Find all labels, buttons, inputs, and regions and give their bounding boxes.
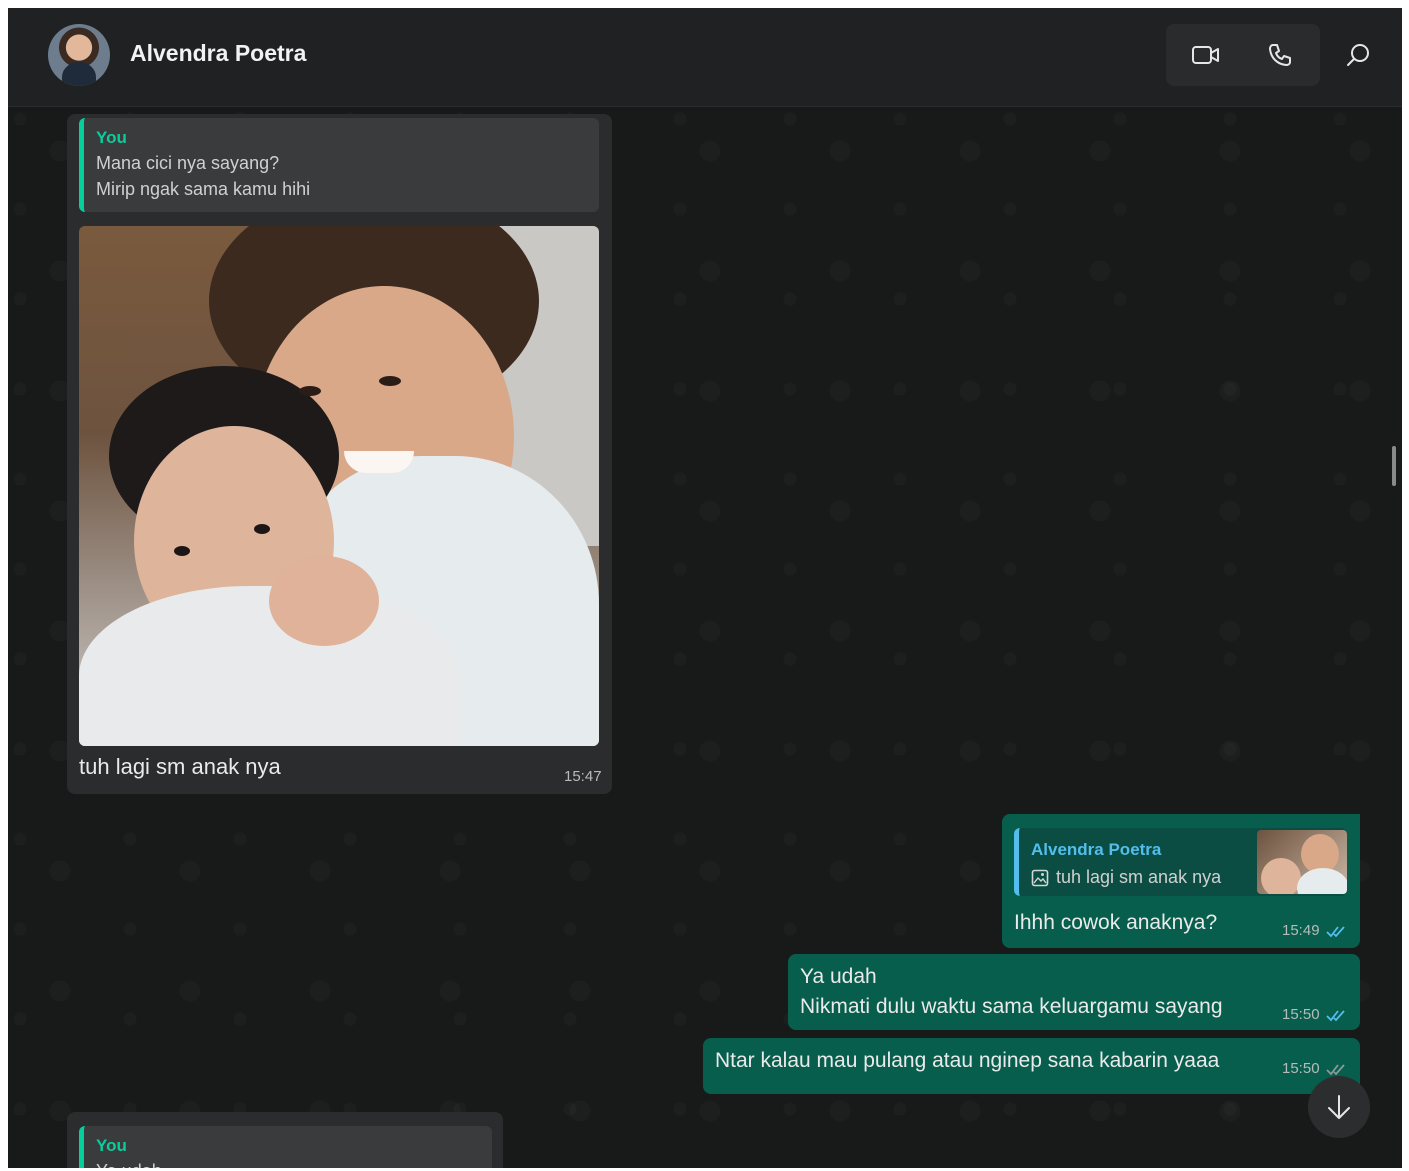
search-button[interactable] — [1328, 30, 1388, 80]
video-call-button[interactable] — [1176, 30, 1236, 80]
quoted-message[interactable]: Alvendra Poetra tuh lagi sm anak nya — [1014, 828, 1347, 896]
scroll-to-bottom-button[interactable] — [1308, 1076, 1370, 1138]
contact-avatar[interactable] — [48, 24, 110, 86]
message-text: Ntar kalau mau pulang atau nginep sana k… — [715, 1049, 1220, 1072]
message-text: Ihhh cowok anaknya? — [1014, 911, 1218, 934]
contact-name[interactable]: Alvendra Poetra — [130, 40, 306, 67]
message-bubble-outgoing[interactable]: Alvendra Poetra tuh lagi sm anak nya Ihh… — [1002, 814, 1360, 948]
quoted-message[interactable]: You Ya udah — [79, 1126, 492, 1168]
call-button-group — [1166, 24, 1320, 86]
message-bubble-incoming[interactable]: You Ya udah — [67, 1112, 503, 1168]
read-receipt-icon — [1326, 1010, 1345, 1022]
quote-author: You — [96, 1136, 127, 1155]
quote-text: tuh lagi sm anak nya — [1056, 867, 1222, 887]
message-caption: tuh lagi sm anak nya — [79, 754, 281, 779]
chat-window: Alvendra Poetra You Mana cici nya sayang… — [8, 8, 1402, 1168]
photo-attachment[interactable] — [79, 226, 599, 746]
message-bubble-outgoing[interactable]: Ya udah Nikmati dulu waktu sama keluarga… — [788, 954, 1360, 1030]
quote-text-line: Mana cici nya sayang? — [96, 153, 280, 173]
arrow-down-icon — [1328, 1095, 1350, 1119]
read-receipt-icon — [1326, 926, 1345, 938]
quoted-message[interactable]: You Mana cici nya sayang? Mirip ngak sam… — [79, 118, 599, 212]
chat-header: Alvendra Poetra — [8, 8, 1402, 107]
voice-call-button[interactable] — [1250, 30, 1310, 80]
message-time: 15:49 — [1282, 922, 1320, 939]
read-receipt-icon — [1326, 1064, 1345, 1076]
message-text-line: Ya udah — [800, 965, 877, 988]
message-bubble-outgoing[interactable]: Ntar kalau mau pulang atau nginep sana k… — [703, 1038, 1360, 1094]
quote-text: Ya udah — [96, 1158, 162, 1168]
message-time: 15:50 — [1282, 1006, 1320, 1023]
scrollbar-thumb[interactable] — [1392, 446, 1396, 486]
message-time: 15:47 — [564, 768, 602, 785]
image-icon — [1031, 869, 1049, 887]
search-icon — [1347, 44, 1369, 66]
message-text-line: Nikmati dulu waktu sama keluargamu sayan… — [800, 995, 1223, 1018]
quote-text-line: Mirip ngak sama kamu hihi — [96, 179, 311, 199]
message-time: 15:50 — [1282, 1060, 1320, 1077]
quote-author: Alvendra Poetra — [1031, 840, 1162, 859]
video-call-icon — [1192, 46, 1219, 64]
voice-call-icon — [1269, 44, 1291, 66]
quote-thumbnail — [1257, 830, 1347, 894]
quote-author: You — [96, 128, 127, 147]
